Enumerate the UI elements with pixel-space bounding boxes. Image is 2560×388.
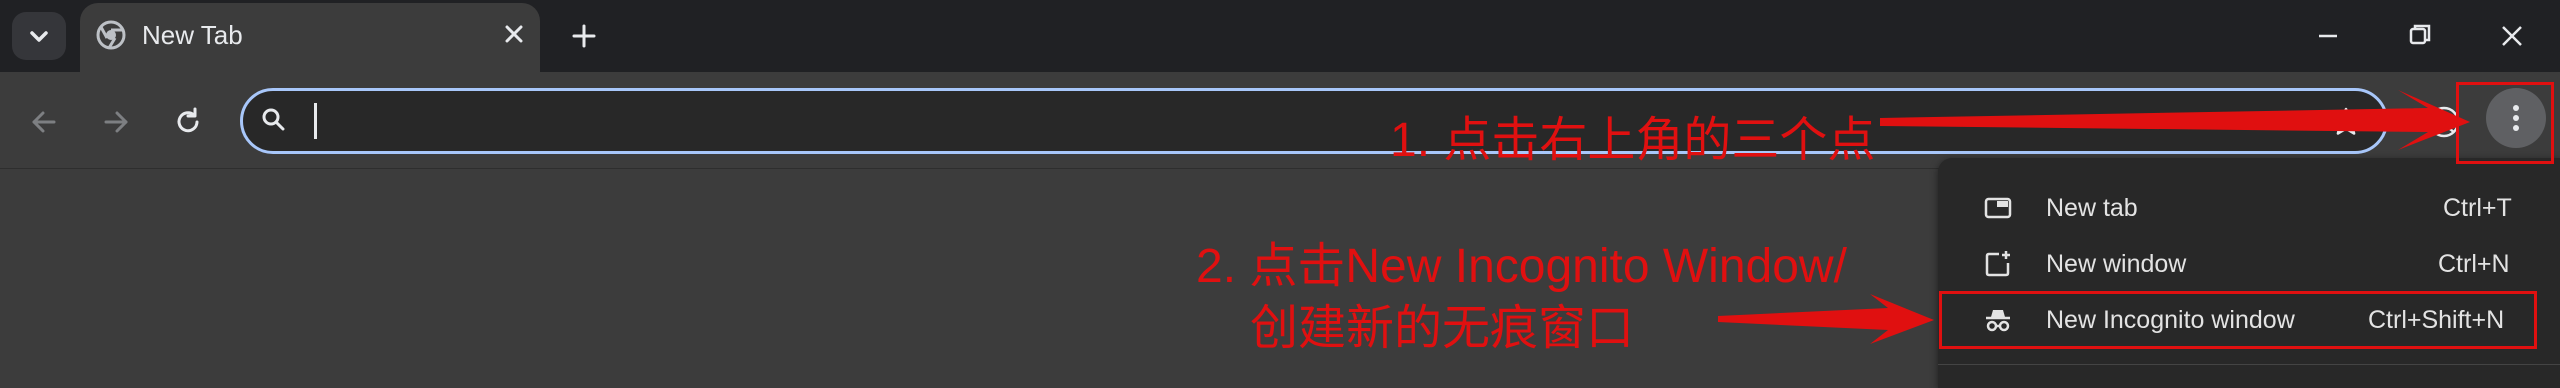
arrow-to-incognito-item: [1718, 294, 1934, 344]
chrome-icon: [96, 20, 126, 50]
address-bar[interactable]: [240, 88, 2388, 154]
bookmark-star-icon[interactable]: [2328, 104, 2364, 140]
menu-item-label: New tab: [2046, 194, 2138, 222]
reload-icon[interactable]: [168, 102, 208, 142]
search-icon: [262, 108, 285, 131]
highlight-box-menu-button: [2456, 82, 2554, 164]
menu-item-shortcut: Ctrl+N: [2438, 250, 2510, 278]
menu-item-shortcut: Ctrl+T: [2443, 194, 2512, 222]
chevron-down-icon: [30, 31, 48, 42]
close-tab-icon[interactable]: [498, 18, 530, 50]
restore-icon[interactable]: [2398, 14, 2442, 58]
minimize-icon[interactable]: [2306, 14, 2350, 58]
annotation-step-1: 1. 点击右上角的三个点: [1390, 114, 1876, 167]
highlight-box-incognito-item: [1939, 291, 2537, 349]
new-window-icon: [1985, 251, 2010, 277]
menu-separator: [1938, 364, 2560, 365]
forward-arrow-icon[interactable]: [96, 102, 136, 142]
annotation-step-2-line-1: 2. 点击New Incognito Window/: [1196, 240, 1847, 293]
back-arrow-icon[interactable]: [24, 102, 64, 142]
menu-item-label: New window: [2046, 250, 2187, 278]
tab-title: New Tab: [142, 20, 243, 50]
new-tab-icon: [1984, 197, 2012, 219]
tab-search-button[interactable]: [12, 12, 66, 60]
annotation-step-2-line-2: 创建新的无痕窗口: [1250, 302, 1635, 355]
new-tab-plus-icon[interactable]: [566, 18, 602, 54]
text-caret: [314, 103, 317, 139]
window-close-icon[interactable]: [2490, 14, 2534, 58]
